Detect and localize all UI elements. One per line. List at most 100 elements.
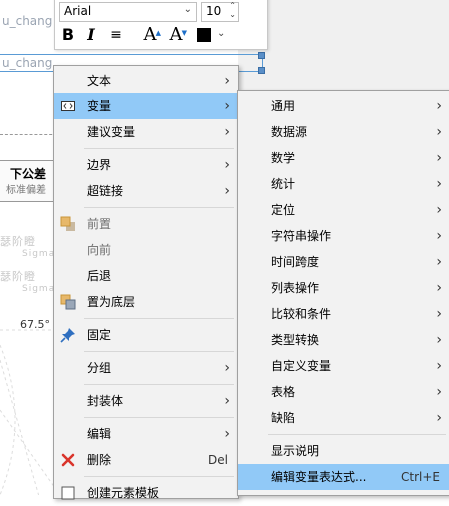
menu-item-create-template[interactable]: 创建元素模板 [54,480,238,506]
submenu-item-label: 定位 [271,203,296,217]
sub-label: 标准偏差 [6,185,46,196]
menu-separator [84,148,234,149]
menu-item-delete[interactable]: 删除 Del [54,447,238,473]
submenu-item-label: 统计 [271,177,296,191]
chevron-right-icon: › [224,393,230,409]
font-size-select[interactable]: 10 ⌃ ⌄ [201,1,239,22]
menu-separator [84,351,234,352]
menu-item-border[interactable]: 边界 › [54,152,238,178]
chevron-right-icon: › [224,73,230,89]
menu-item-label: 分组 [87,361,112,375]
menu-item-label: 编辑 [87,427,112,441]
chevron-right-icon: › [436,254,442,270]
variable-submenu: 通用 › 数据源 › 数学 › 统计 › 定位 › 字符串操作 › 时间跨度 ›… [237,90,449,496]
submenu-item-label: 类型转换 [271,333,320,347]
bold-button[interactable]: B [59,25,77,45]
pin-icon [60,328,75,343]
menu-item-pin[interactable]: 固定 [54,322,238,348]
submenu-item-label: 通用 [271,99,296,113]
submenu-item-table[interactable]: 表格 › [238,379,449,405]
align-button[interactable]: ≡ [107,25,125,45]
spinner-icon[interactable]: ⌃ ⌄ [229,1,236,19]
color-swatch [197,28,211,42]
menu-item-bring-to-front[interactable]: 前置 [54,211,238,237]
delete-icon [61,453,75,467]
submenu-item-edit-expression[interactable]: 编辑变量表达式... Ctrl+E [238,464,449,490]
menu-item-label: 变量 [87,99,112,113]
ghost-sub-2: Sigma [22,284,56,294]
resize-handle-tr[interactable] [258,52,265,59]
grow-font-icon: A [143,24,157,45]
menu-item-send-backward[interactable]: 后退 [54,263,238,289]
submenu-item-general[interactable]: 通用 › [238,93,449,119]
polar-grid [0,329,60,495]
menu-item-text[interactable]: 文本 › [54,68,238,94]
chevron-right-icon: › [224,360,230,376]
submenu-item-label: 列表操作 [271,281,320,295]
menu-item-shortcut: Del [208,453,228,467]
menu-item-group[interactable]: 分组 › [54,355,238,381]
chevron-right-icon: › [436,176,442,192]
submenu-item-defect[interactable]: 缺陷 › [238,405,449,431]
submenu-item-position[interactable]: 定位 › [238,197,449,223]
shrink-font-button[interactable]: A ▼ [165,24,188,45]
menu-item-send-to-back[interactable]: 置为底层 [54,289,238,315]
submenu-item-comparison[interactable]: 比较和条件 › [238,301,449,327]
menu-item-label: 文本 [87,74,112,88]
chevron-down-icon: ⌄ [217,28,226,39]
font-color-button[interactable]: ⌄ [197,25,227,45]
menu-item-label: 封装体 [87,394,124,408]
chevron-right-icon: › [436,384,442,400]
grow-font-button[interactable]: A ▲ [139,24,162,45]
menu-item-label: 前置 [87,217,112,231]
text-field-top[interactable]: u_chang [2,14,52,28]
chevron-down-icon: ⌄ [183,4,192,15]
menu-item-package[interactable]: 封装体 › [54,388,238,414]
chevron-right-icon: › [436,228,442,244]
menu-item-shortcut: Ctrl+E [401,470,440,484]
submenu-item-timespan[interactable]: 时间跨度 › [238,249,449,275]
menu-item-variable[interactable]: 变量 › [54,93,238,119]
menu-item-hyperlink[interactable]: 超链接 › [54,178,238,204]
submenu-item-datasource[interactable]: 数据源 › [238,119,449,145]
chevron-right-icon: › [436,202,442,218]
chevron-right-icon: › [436,306,442,322]
menu-item-label: 边界 [87,158,112,172]
chevron-right-icon: › [436,280,442,296]
context-menu: 文本 › 变量 › 建议变量 › 边界 › 超链接 › 前置 向前 后退 置为底… [53,65,239,500]
submenu-item-label: 比较和条件 [271,307,332,321]
submenu-item-label: 表格 [271,385,296,399]
submenu-item-math[interactable]: 数学 › [238,145,449,171]
submenu-item-list-ops[interactable]: 列表操作 › [238,275,449,301]
submenu-item-label: 编辑变量表达式... [271,470,367,484]
menu-item-label: 向前 [87,243,112,257]
font-family-value: Arial [64,4,92,18]
chevron-right-icon: › [436,150,442,166]
submenu-item-string-ops[interactable]: 字符串操作 › [238,223,449,249]
submenu-item-label: 自定义变量 [271,359,332,373]
down-arrow-icon: ▼ [181,29,187,37]
menu-item-label: 后退 [87,269,112,283]
chevron-right-icon: › [436,358,442,374]
submenu-item-statistics[interactable]: 统计 › [238,171,449,197]
submenu-item-type-conversion[interactable]: 类型转换 › [238,327,449,353]
submenu-item-label: 数学 [271,151,296,165]
menu-item-edit[interactable]: 编辑 › [54,421,238,447]
resize-handle-br[interactable] [258,67,265,74]
text-field-selected[interactable]: u_chang [2,56,52,70]
ghost-sub-1: Sigma [22,249,56,259]
submenu-item-custom-variable[interactable]: 自定义变量 › [238,353,449,379]
menu-separator [268,434,446,435]
variable-icon [61,101,75,111]
chevron-right-icon: › [436,332,442,348]
menu-item-bring-forward[interactable]: 向前 [54,237,238,263]
menu-item-suggested-variable[interactable]: 建议变量 › [54,119,238,145]
italic-button[interactable]: I [83,25,99,45]
chevron-right-icon: › [224,98,230,114]
submenu-item-show-description[interactable]: 显示说明 [238,438,449,464]
shrink-font-icon: A [169,24,183,45]
font-family-select[interactable]: Arial ⌄ [59,2,197,22]
menu-separator [84,417,234,418]
send-to-back-icon [60,294,76,310]
menu-item-label: 超链接 [87,184,124,198]
